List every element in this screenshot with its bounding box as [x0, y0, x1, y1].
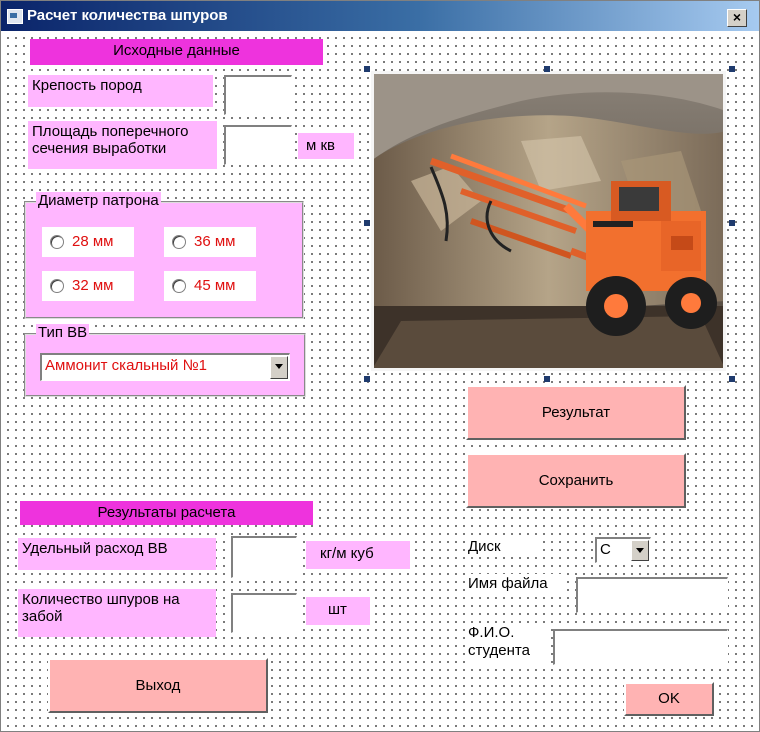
holes-count-label: Количество шпуров на забой — [18, 589, 216, 637]
consumption-output[interactable] — [231, 536, 297, 578]
consumption-unit-label: кг/м куб — [306, 541, 410, 569]
exit-button[interactable]: Выход — [48, 658, 268, 713]
result-button[interactable]: Результат — [466, 385, 686, 440]
disk-select[interactable]: C — [595, 537, 651, 563]
inputs-header: Исходные данные — [30, 39, 323, 65]
radio-28mm-label: 28 мм — [72, 233, 114, 250]
rock-strength-input[interactable] — [224, 75, 292, 115]
holes-unit-label: шт — [306, 597, 370, 625]
results-header: Результаты расчета — [20, 501, 313, 525]
explosive-type-select[interactable]: Аммонит скальный №1 — [40, 353, 290, 381]
resize-handle[interactable] — [544, 376, 550, 382]
radio-36mm-label: 36 мм — [194, 233, 236, 250]
title-bar[interactable]: Расчет количества шпуров × — [1, 1, 759, 31]
explosive-type-value: Аммонит скальный №1 — [45, 357, 208, 374]
resize-handle[interactable] — [544, 66, 550, 72]
disk-value: C — [600, 541, 611, 558]
mining-drill-photo — [371, 71, 726, 371]
radio-circle-icon — [50, 279, 64, 293]
cartridge-diameter-group: Диаметр патрона 28 мм 36 мм 32 мм 45 мм — [24, 192, 304, 319]
resize-handle[interactable] — [729, 66, 735, 72]
student-name-input[interactable] — [553, 629, 728, 665]
app-icon — [7, 9, 23, 24]
ok-button[interactable]: OK — [624, 682, 714, 716]
area-label: Площадь поперечного сечения выработки — [28, 121, 217, 169]
resize-handle[interactable] — [364, 66, 370, 72]
radio-45mm-label: 45 мм — [194, 277, 236, 294]
radio-32mm[interactable]: 32 мм — [42, 271, 134, 301]
consumption-label: Удельный расход ВВ — [18, 538, 216, 570]
radio-circle-icon — [172, 279, 186, 293]
drill-rig-illustration — [371, 71, 726, 371]
explosive-type-group: Тип ВВ Аммонит скальный №1 — [24, 324, 306, 397]
resize-handle[interactable] — [729, 220, 735, 226]
close-button[interactable]: × — [727, 9, 747, 27]
chevron-down-icon[interactable] — [270, 356, 288, 379]
holes-count-output[interactable] — [231, 593, 297, 633]
save-button[interactable]: Сохранить — [466, 453, 686, 508]
radio-36mm[interactable]: 36 мм — [164, 227, 256, 257]
file-name-label: Имя файла — [465, 574, 565, 594]
area-unit-label: м кв — [298, 133, 354, 159]
resize-handle[interactable] — [729, 376, 735, 382]
form-client-area: Исходные данные Крепость пород Площадь п… — [1, 31, 759, 731]
radio-45mm[interactable]: 45 мм — [164, 271, 256, 301]
rock-strength-label: Крепость пород — [28, 75, 213, 107]
radio-circle-icon — [172, 235, 186, 249]
resize-handle[interactable] — [364, 220, 370, 226]
student-name-label: Ф.И.О. студента — [465, 623, 545, 667]
disk-label: Диск — [465, 537, 541, 557]
file-name-input[interactable] — [576, 577, 728, 613]
explosive-group-title: Тип ВВ — [36, 324, 90, 341]
radio-28mm[interactable]: 28 мм — [42, 227, 134, 257]
cartridge-group-title: Диаметр патрона — [36, 192, 161, 209]
resize-handle[interactable] — [364, 376, 370, 382]
radio-32mm-label: 32 мм — [72, 277, 114, 294]
main-window: Расчет количества шпуров × Исходные данн… — [0, 0, 760, 732]
chevron-down-icon[interactable] — [631, 540, 649, 561]
area-input[interactable] — [224, 125, 292, 165]
radio-circle-icon — [50, 235, 64, 249]
window-title: Расчет количества шпуров — [27, 7, 228, 24]
